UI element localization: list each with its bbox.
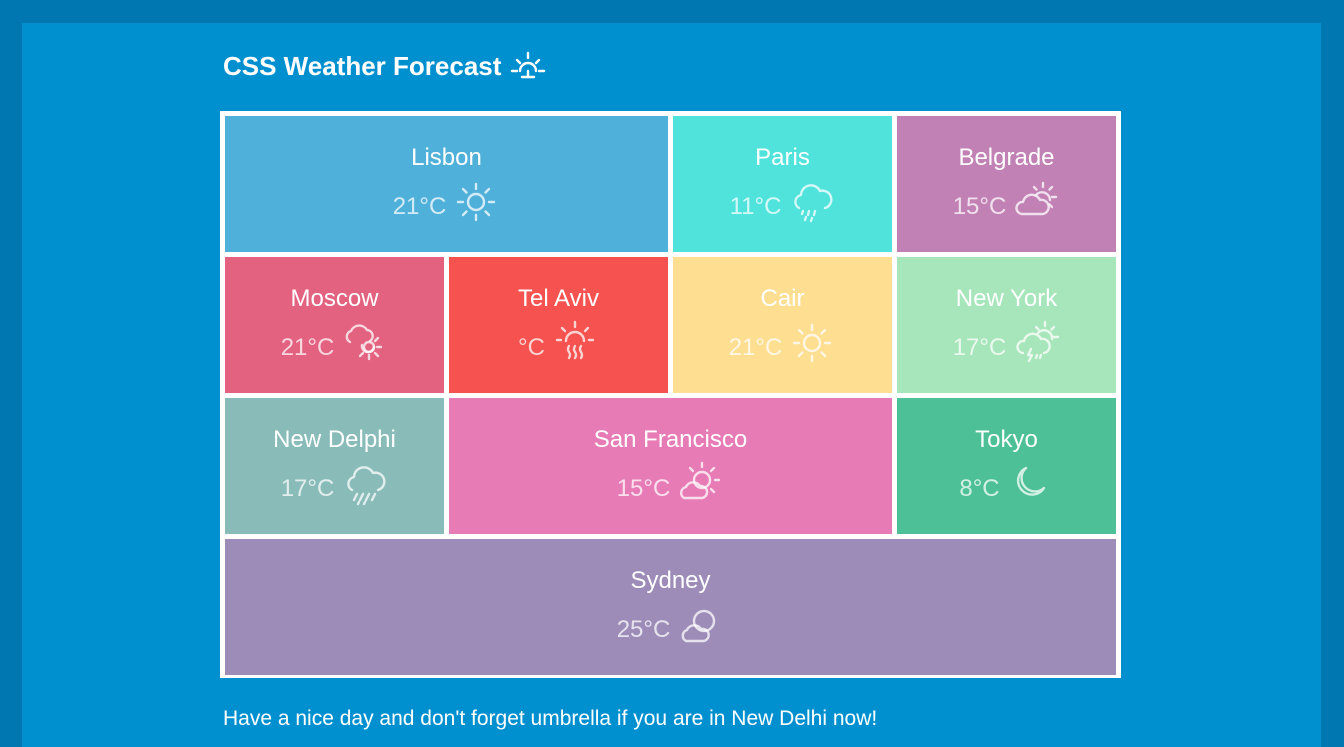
- city-temperature: 17°C: [280, 475, 335, 502]
- city-tile-paris: Paris 11°C: [673, 116, 892, 252]
- city-tile-new-york: New York 17°C: [897, 257, 1116, 393]
- city-name: Moscow: [290, 285, 379, 312]
- city-tile-tokyo: Tokyo 8°C: [897, 398, 1116, 534]
- city-name: Cair: [760, 285, 805, 312]
- sun-cloud-icon: [681, 609, 716, 643]
- page-title-text: CSS Weather Forecast: [223, 51, 502, 81]
- city-name: Tel Aviv: [518, 285, 599, 312]
- forecast-grid: Lisbon 21°C Paris 11°C Belgrade 15°C Mos…: [220, 111, 1121, 678]
- sun-cloud-icon: [680, 461, 721, 500]
- city-temperature: 21°C: [280, 334, 335, 361]
- moon-icon: [1016, 466, 1045, 496]
- city-temperature: 25°C: [616, 616, 671, 643]
- sunrise-icon: [511, 51, 546, 79]
- city-temperature: 21°C: [392, 193, 447, 220]
- city-temperature: 8°C: [959, 475, 1000, 502]
- city-name: San Francisco: [593, 426, 748, 453]
- cloud-sun-lightning-icon: [1016, 320, 1060, 363]
- city-name: New Delphi: [273, 426, 396, 453]
- city-tile-tel-aviv: Tel Aviv °C: [449, 257, 668, 393]
- city-name: Sydney: [630, 567, 711, 594]
- city-temperature: 11°C: [729, 193, 782, 220]
- city-name: Belgrade: [958, 144, 1055, 171]
- city-tile-belgrade: Belgrade 15°C: [897, 116, 1116, 252]
- city-tile-cair: Cair 21°C: [673, 257, 892, 393]
- page-title: CSS Weather Forecast: [223, 49, 547, 83]
- city-tile-lisbon: Lisbon 21°C: [225, 116, 668, 252]
- city-tile-new-delphi: New Delphi 17°C: [225, 398, 444, 534]
- city-name: Lisbon: [411, 144, 482, 171]
- city-tile-moscow: Moscow 21°C: [225, 257, 444, 393]
- footer-message: Have a nice day and don't forget umbrell…: [223, 707, 878, 730]
- cloud-sun-icon: [345, 324, 383, 361]
- cloud-rain-icon: [794, 184, 833, 223]
- city-name: New York: [955, 285, 1058, 312]
- city-tile-sydney: Sydney 25°C: [225, 539, 1116, 675]
- city-temperature: 21°C: [728, 334, 783, 361]
- city-temperature: 15°C: [616, 475, 671, 502]
- cloud-rain-icon: [347, 466, 386, 506]
- city-temperature: 15°C: [952, 193, 1007, 220]
- sun-haze-icon: [555, 320, 595, 360]
- city-temperature: 17°C: [952, 334, 1007, 361]
- city-name: Tokyo: [975, 426, 1038, 453]
- sun-icon: [793, 323, 832, 363]
- cloud-sun-icon: [1015, 181, 1058, 216]
- sun-icon: [457, 182, 496, 222]
- city-name: Paris: [755, 144, 810, 171]
- city-tile-san-francisco: San Francisco 15°C: [449, 398, 892, 534]
- city-temperature: °C: [518, 334, 545, 361]
